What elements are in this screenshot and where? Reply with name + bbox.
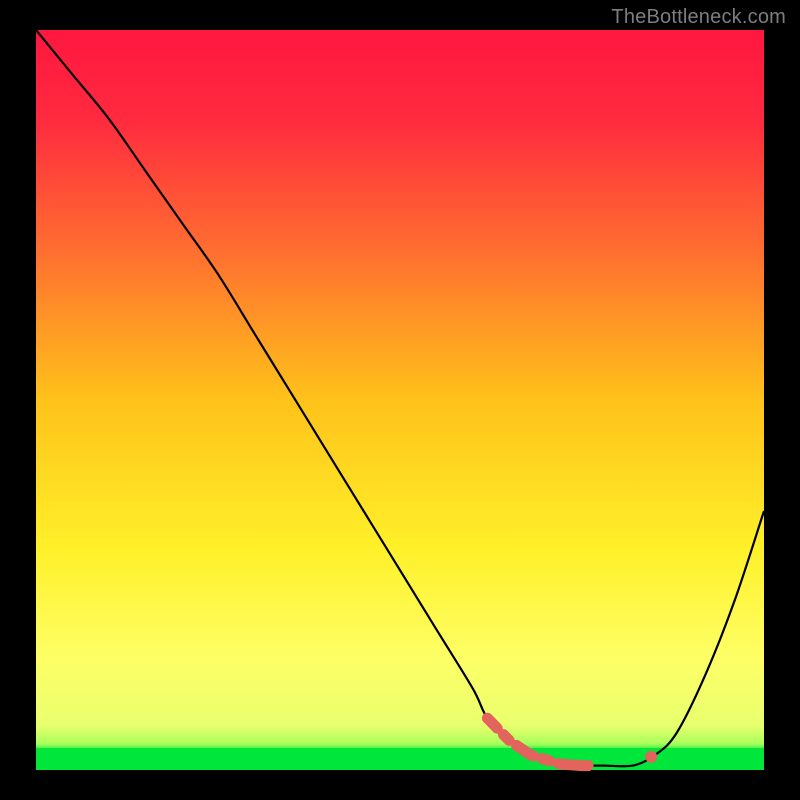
- bottleneck-curve-svg: [36, 30, 764, 770]
- chart-stage: TheBottleneck.com: [0, 0, 800, 800]
- highlight-segment: [487, 718, 633, 765]
- highlight-end-dot: [645, 751, 657, 763]
- watermark-label: TheBottleneck.com: [611, 6, 786, 29]
- bottleneck-curve-line: [36, 30, 764, 766]
- plot-area: [36, 30, 764, 770]
